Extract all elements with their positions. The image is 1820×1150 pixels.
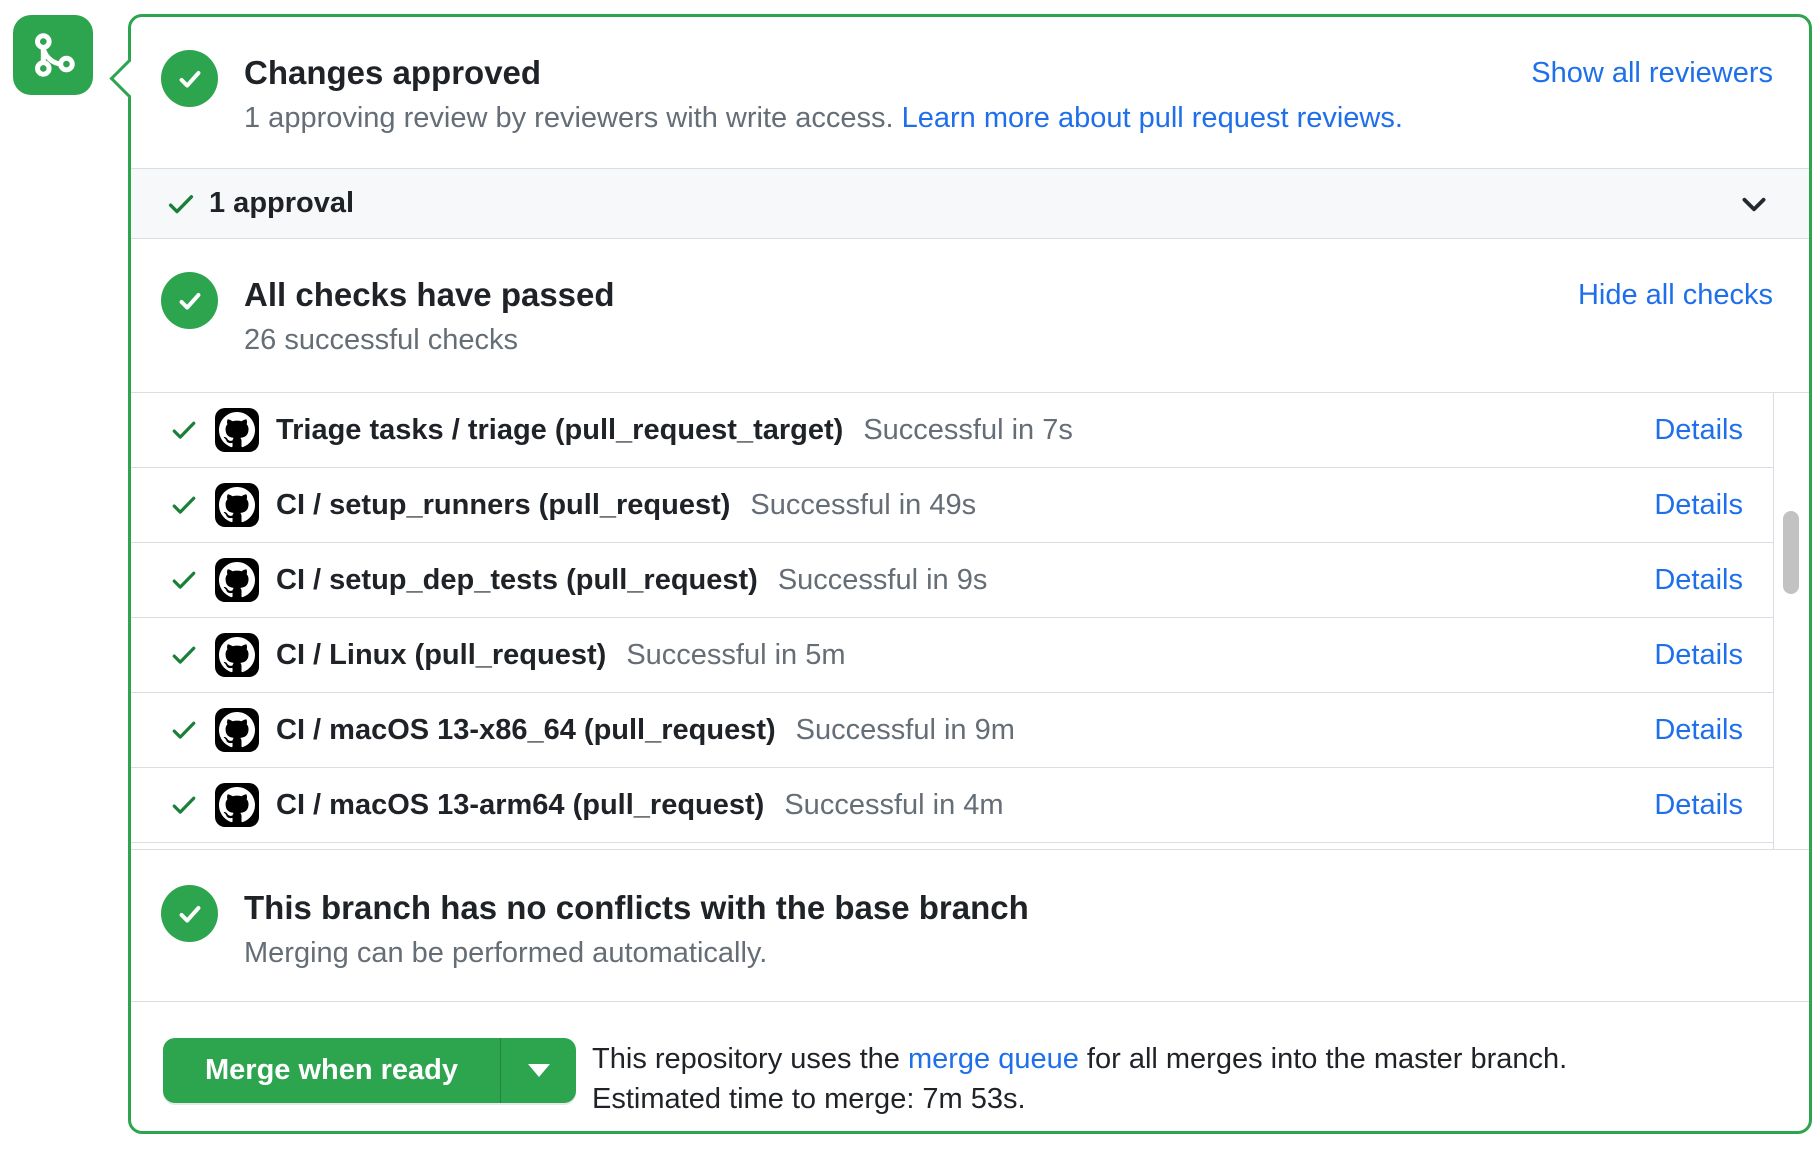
merge-options-dropdown[interactable] (500, 1038, 576, 1103)
merge-queue-link[interactable]: merge queue (908, 1043, 1079, 1075)
chevron-down-icon[interactable] (1737, 187, 1771, 221)
merge-queue-text-suffix: for all merges into the master branch. (1079, 1043, 1567, 1075)
check-status: Successful in 49s (750, 489, 976, 522)
details-link[interactable]: Details (1654, 414, 1743, 447)
check-name: CI / macOS 13-arm64 (pull_request) (276, 789, 764, 822)
hide-all-checks-link[interactable]: Hide all checks (1578, 279, 1773, 312)
details-link[interactable]: Details (1654, 789, 1743, 822)
check-status: Successful in 9m (796, 714, 1015, 747)
scrollbar-thumb[interactable] (1783, 511, 1799, 594)
approval-count-label: 1 approval (209, 187, 354, 220)
check-name: Triage tasks / triage (pull_request_targ… (276, 414, 843, 447)
dropdown-caret-icon (528, 1064, 550, 1077)
details-link[interactable]: Details (1654, 489, 1743, 522)
checks-scroll-area[interactable]: Triage tasks / triage (pull_request_targ… (131, 393, 1774, 849)
merge-estimate-text: Estimated time to merge: 7m 53s. (592, 1079, 1567, 1119)
github-actions-avatar-icon (215, 408, 259, 452)
show-all-reviewers-link[interactable]: Show all reviewers (1531, 57, 1773, 90)
check-name: CI / Linux (pull_request) (276, 639, 606, 672)
check-icon (169, 565, 199, 595)
check-circle-icon (161, 885, 218, 942)
learn-more-link[interactable]: Learn more about pull request reviews. (902, 102, 1403, 134)
check-name: CI / macOS 13-x86_64 (pull_request) (276, 714, 776, 747)
github-actions-avatar-icon (215, 783, 259, 827)
check-row: CI / setup_dep_tests (pull_request) Succ… (131, 543, 1773, 618)
details-link[interactable]: Details (1654, 639, 1743, 672)
conflicts-title: This branch has no conflicts with the ba… (244, 887, 1029, 929)
check-icon (169, 490, 199, 520)
merge-footer: Merge when ready This repository uses th… (131, 1002, 1809, 1119)
check-row: CI / Linux (pull_request) Successful in … (131, 618, 1773, 693)
git-merge-glyph (28, 30, 78, 80)
check-icon (169, 415, 199, 445)
check-icon (169, 790, 199, 820)
checks-subtitle: 26 successful checks (244, 320, 615, 360)
github-actions-avatar-icon (215, 483, 259, 527)
approval-summary-row[interactable]: 1 approval (131, 168, 1809, 239)
conflicts-section: This branch has no conflicts with the ba… (131, 850, 1809, 1002)
check-icon (169, 715, 199, 745)
check-row: CI / macOS 13-x86_64 (pull_request) Succ… (131, 693, 1773, 768)
check-status: Successful in 9s (778, 564, 988, 597)
github-actions-avatar-icon (215, 708, 259, 752)
checks-list: Triage tasks / triage (pull_request_targ… (131, 392, 1809, 850)
check-circle-icon (161, 50, 218, 107)
check-name: CI / setup_runners (pull_request) (276, 489, 730, 522)
merge-queue-text-prefix: This repository uses the (592, 1043, 908, 1075)
check-row: CI / setup_runners (pull_request) Succes… (131, 468, 1773, 543)
check-status: Successful in 7s (863, 414, 1073, 447)
review-description: 1 approving review by reviewers with wri… (244, 102, 902, 134)
check-icon (169, 640, 199, 670)
review-approved-section: Changes approved 1 approving review by r… (131, 17, 1809, 168)
merge-status-box: Changes approved 1 approving review by r… (128, 14, 1812, 1134)
check-row: Triage tasks / triage (pull_request_targ… (131, 393, 1773, 468)
github-actions-avatar-icon (215, 633, 259, 677)
merge-when-ready-button[interactable]: Merge when ready (163, 1038, 576, 1103)
review-title: Changes approved (244, 52, 1403, 94)
check-icon (165, 188, 197, 220)
details-link[interactable]: Details (1654, 714, 1743, 747)
git-merge-icon (13, 15, 93, 95)
checks-title: All checks have passed (244, 274, 615, 316)
check-status: Successful in 4m (784, 789, 1003, 822)
conflicts-subtitle: Merging can be performed automatically. (244, 933, 1029, 973)
scrollbar-track[interactable] (1775, 393, 1809, 849)
check-row: CI / macOS 13-arm64 (pull_request) Succe… (131, 768, 1773, 843)
check-name: CI / setup_dep_tests (pull_request) (276, 564, 758, 597)
check-circle-icon (161, 272, 218, 329)
merge-button-label[interactable]: Merge when ready (163, 1038, 500, 1103)
check-status: Successful in 5m (626, 639, 845, 672)
github-actions-avatar-icon (215, 558, 259, 602)
checks-summary-section: All checks have passed 26 successful che… (131, 239, 1809, 392)
details-link[interactable]: Details (1654, 564, 1743, 597)
